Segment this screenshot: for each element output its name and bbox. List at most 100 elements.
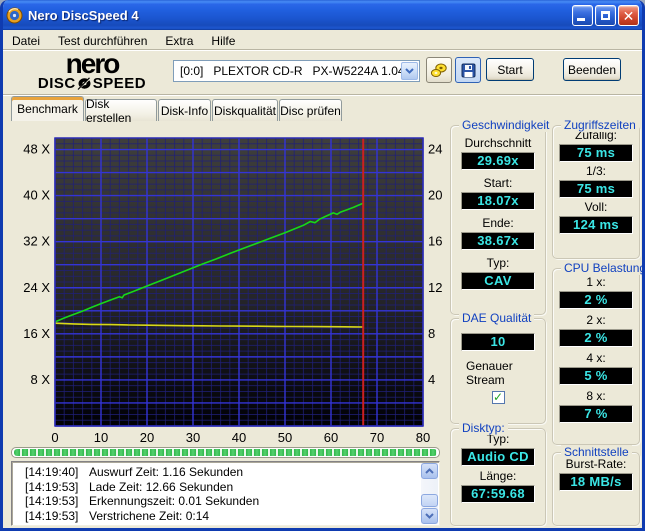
quit-button[interactable]: Beenden — [563, 58, 621, 81]
maximize-button[interactable] — [595, 4, 616, 26]
log-line: [14:19:53] Lade Zeit: 12.66 Sekunden — [25, 480, 417, 495]
log-text: Erkennungszeit: 0.01 Sekunden — [89, 494, 260, 508]
progress-bar — [11, 447, 440, 458]
log-line: [14:19:53] Verstrichene Zeit: 0:14 — [25, 509, 417, 524]
left-axis-tick: 8 X — [30, 372, 50, 387]
scroll-down-icon — [425, 513, 434, 519]
field-row: Burst-Rate: 18 MB/s — [553, 457, 639, 491]
tab-disk-erstellen[interactable]: Disk erstellen — [85, 97, 157, 125]
log-scrollbar[interactable] — [421, 463, 438, 524]
scroll-down-button[interactable] — [421, 508, 438, 524]
lcd-value: CAV — [461, 272, 535, 290]
field-label: Start: — [483, 176, 513, 190]
logo-disc-text: DISC — [37, 75, 76, 92]
lcd-value: Audio CD — [461, 448, 535, 466]
app-icon — [6, 7, 23, 23]
lcd-value: 18 MB/s — [559, 473, 633, 491]
tab-disk-info[interactable]: Disk-Info — [158, 99, 211, 121]
minimize-button[interactable] — [572, 4, 593, 26]
menu-extra[interactable]: Extra — [163, 32, 201, 50]
right-axis-tick: 4 — [428, 372, 435, 387]
left-axis-tick: 48 X — [23, 142, 50, 157]
field-label: Typ: — [486, 256, 510, 270]
x-axis-tick: 30 — [186, 430, 200, 445]
x-axis-tick: 80 — [416, 430, 430, 445]
maximize-icon — [601, 10, 610, 20]
eject-disc-button[interactable] — [426, 57, 452, 83]
x-axis-tick: 60 — [324, 430, 338, 445]
field-label: Burst-Rate: — [565, 457, 627, 471]
logo-nero-text: nero — [65, 48, 121, 79]
field-row: 1 x: 2 % — [553, 275, 639, 309]
save-button[interactable] — [455, 57, 481, 83]
scroll-thumb[interactable] — [421, 494, 438, 507]
left-axis-tick: 40 X — [23, 188, 50, 203]
menu-hilfe[interactable]: Hilfe — [209, 32, 243, 50]
log-text: Verstrichene Zeit: 0:14 — [89, 508, 210, 523]
right-axis-tick: 20 — [428, 188, 442, 203]
log-text: Lade Zeit: 12.66 Sekunden — [89, 479, 234, 494]
panel-schnittstelle: Schnittstelle Burst-Rate: 18 MB/s — [552, 445, 640, 526]
field-label: 8 x: — [586, 389, 606, 403]
tab-diskqualitaet[interactable]: Diskqualität — [212, 99, 278, 121]
minimize-icon — [577, 17, 585, 21]
panel-zugriffszeiten: Zugriffszeiten Zufällig: 75 ms 1/3: 75 ms Vo… — [552, 118, 640, 259]
menu-datei[interactable]: Datei — [10, 32, 48, 50]
left-axis-tick: 24 X — [23, 280, 50, 295]
field-label: 2 x: — [586, 313, 606, 327]
field-row: Typ: Audio CD — [451, 432, 545, 466]
combo-arrow-button[interactable] — [401, 62, 418, 80]
save-icon — [461, 63, 475, 77]
right-axis-tick: 24 — [428, 142, 442, 157]
panel-title: Disktyp: — [459, 421, 508, 435]
window-title: Nero DiscSpeed 4 — [28, 7, 139, 23]
drive-select[interactable]: [0:0] PLEXTOR CD-R PX-W5224A 1.04 — [173, 60, 420, 82]
log-timestamp: [14:19:53] — [25, 479, 79, 494]
field-row: 2 x: 2 % — [553, 313, 639, 347]
logo-speed-text: SPEED — [92, 75, 147, 92]
field-label: Durchschnitt — [464, 136, 532, 150]
panel-title: Schnittstelle — [561, 445, 632, 459]
field-row: 4 x: 5 % — [553, 351, 639, 385]
x-axis-tick: 0 — [51, 430, 58, 445]
lcd-value: 2 % — [559, 291, 633, 309]
field-row: Voll: 124 ms — [553, 200, 639, 234]
menu-test-durchfuehren[interactable]: Test durchführen — [56, 32, 155, 50]
panel-title: CPU Belastung — [561, 261, 642, 275]
field-row: Zufällig: 75 ms — [553, 128, 639, 162]
tab-benchmark[interactable]: Benchmark — [11, 96, 84, 121]
field-row: Durchschnitt 29.69x — [451, 136, 545, 170]
chevron-down-icon — [405, 68, 414, 74]
progress-bar-fill — [14, 449, 437, 456]
field-label: Ende: — [482, 216, 514, 230]
lcd-value: 18.07x — [461, 192, 535, 210]
x-axis-tick: 10 — [94, 430, 108, 445]
app-window: Nero DiscSpeed 4 ✕ Datei Test durchführe… — [0, 0, 645, 531]
scroll-up-icon — [425, 468, 434, 474]
accurate-stream-label: Genauer Stream — [466, 359, 513, 387]
field-label: 1 x: — [586, 275, 606, 289]
tab-disc-pruefen[interactable]: Disc prüfen — [279, 99, 342, 121]
field-row: Typ: CAV — [451, 256, 545, 290]
start-button[interactable]: Start — [486, 58, 534, 81]
log-timestamp: [14:19:40] — [25, 465, 79, 479]
disc-eject-icon — [430, 63, 447, 77]
lcd-value: 5 % — [559, 367, 633, 385]
field-label: 1/3: — [585, 164, 606, 178]
x-axis-tick: 50 — [278, 430, 292, 445]
field-row: 8 x: 7 % — [553, 389, 639, 423]
field-label: Länge: — [479, 469, 517, 483]
right-axis-tick: 8 — [428, 326, 435, 341]
drive-select-value: [0:0] PLEXTOR CD-R PX-W5224A 1.04 — [180, 64, 405, 78]
accurate-stream-checkbox[interactable]: ✓ — [491, 391, 505, 404]
scroll-up-button[interactable] — [421, 463, 438, 479]
field-row: Länge: 67:59.68 — [451, 469, 545, 503]
panel-geschwindigkeit: Geschwindigkeit Durchschnitt 29.69x Start:… — [450, 118, 553, 315]
close-button[interactable]: ✕ — [618, 4, 639, 26]
lcd-value: 124 ms — [559, 216, 633, 234]
titlebar[interactable]: Nero DiscSpeed 4 ✕ — [3, 0, 642, 30]
field-row: 1/3: 75 ms — [553, 164, 639, 198]
log-lines: [14:19:40] Auswurf Zeit: 1.16 Sekunden [14… — [25, 465, 417, 523]
panel-cpu-belastung: CPU Belastung 1 x: 2 % 2 x: 2 % 4 x: 5 % 8 x: 7… — [552, 261, 642, 445]
field-row: Start: 18.07x — [451, 176, 545, 210]
